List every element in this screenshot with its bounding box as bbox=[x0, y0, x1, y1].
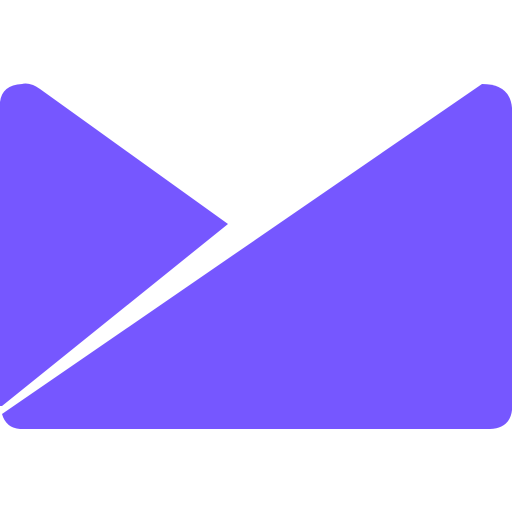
envelope-mail-icon bbox=[0, 83, 512, 429]
icon-canvas bbox=[0, 0, 512, 512]
